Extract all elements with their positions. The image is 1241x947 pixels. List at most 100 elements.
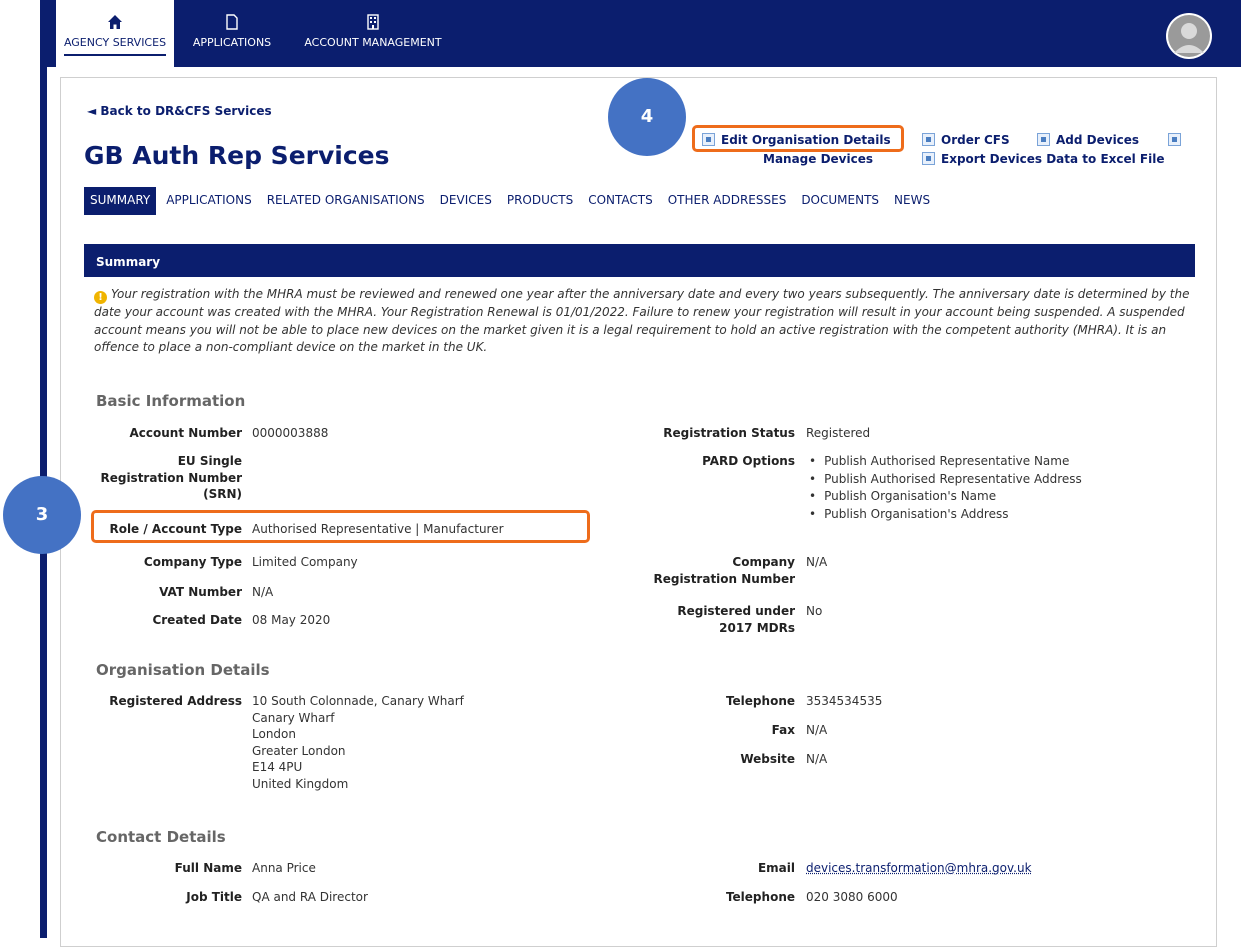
address-line: United Kingdom: [252, 776, 349, 791]
nav-tab-account-management[interactable]: ACCOUNT MANAGEMENT: [287, 0, 459, 67]
notice-text: Your registration with the MHRA must be …: [94, 287, 1190, 354]
label-line: Registration Number: [653, 571, 795, 586]
srn-label-line: Registration Number: [100, 470, 242, 485]
nav-tab-label: AGENCY SERVICES: [63, 36, 167, 49]
list-item: Publish Authorised Representative Name: [809, 453, 1082, 471]
building-icon: [367, 14, 379, 30]
add-icon: [1037, 133, 1050, 146]
active-tab-underline: [64, 54, 166, 56]
company-type-label: Company Type: [143, 555, 242, 569]
telephone-value: 3534534535: [806, 694, 883, 708]
account-number-value: 0000003888: [252, 426, 329, 440]
created-date-value: 08 May 2020: [252, 613, 331, 627]
list-item: Publish Authorised Representative Addres…: [809, 471, 1082, 489]
tab-applications[interactable]: APPLICATIONS: [161, 187, 256, 215]
tab-related-organisations[interactable]: RELATED ORGANISATIONS: [262, 187, 430, 215]
left-edge-strip: [40, 0, 47, 938]
export-devices-link[interactable]: Export Devices Data to Excel File: [922, 152, 1164, 166]
address-line: E14 4PU: [252, 760, 303, 774]
registration-status-value: Registered: [806, 426, 871, 440]
company-registration-number-label: Company Registration Number: [600, 554, 795, 587]
summary-header: Summary: [84, 244, 1195, 277]
created-date-label: Created Date: [152, 613, 242, 627]
section-tabs: SUMMARY APPLICATIONS RELATED ORGANISATIO…: [84, 187, 940, 215]
tab-contacts[interactable]: CONTACTS: [583, 187, 658, 215]
nav-tab-label: APPLICATIONS: [192, 36, 272, 49]
list-icon: [1168, 133, 1181, 146]
organisation-details-heading: Organisation Details: [96, 661, 270, 679]
registered-under-mdrs-value: No: [806, 604, 823, 618]
fax-value: N/A: [806, 723, 828, 737]
website-value: N/A: [806, 752, 828, 766]
contact-details-heading: Contact Details: [96, 828, 226, 846]
role-label: Role / Account Type: [109, 522, 242, 536]
warning-icon: !: [94, 291, 107, 304]
user-avatar[interactable]: [1166, 13, 1212, 59]
nav-tab-label: ACCOUNT MANAGEMENT: [304, 36, 442, 49]
add-devices-link[interactable]: Add Devices: [1037, 133, 1139, 147]
registered-address-value: 10 South Colonnade, Canary Wharf Canary …: [252, 693, 464, 792]
website-label: Website: [740, 752, 795, 766]
job-title-label: Job Title: [186, 890, 242, 904]
account-number-label: Account Number: [129, 426, 243, 440]
label-line: Registered under: [677, 604, 795, 618]
full-name-label: Full Name: [174, 861, 242, 875]
user-icon: [1168, 15, 1210, 57]
address-line: London: [252, 727, 296, 741]
label-line: Company: [732, 555, 795, 569]
tab-devices[interactable]: DEVICES: [435, 187, 497, 215]
vat-number-value: N/A: [252, 585, 274, 599]
page-title: GB Auth Rep Services: [84, 141, 390, 170]
label-line: 2017 MDRs: [719, 620, 795, 635]
manage-devices-link[interactable]: [1168, 133, 1187, 147]
registered-address-label: Registered Address: [109, 694, 242, 708]
order-cfs-link[interactable]: Order CFS: [922, 133, 1010, 147]
document-icon: [226, 14, 238, 30]
renewal-notice: ! Your registration with the MHRA must be…: [94, 286, 1192, 357]
tab-documents[interactable]: DOCUMENTS: [796, 187, 884, 215]
basic-information-heading: Basic Information: [96, 392, 246, 410]
nav-tab-applications[interactable]: APPLICATIONS: [182, 0, 282, 67]
export-label: Export Devices Data to Excel File: [941, 152, 1165, 166]
add-devices-label: Add Devices: [1056, 133, 1140, 147]
email-link[interactable]: devices.transformation@mhra.gov.uk: [806, 860, 1032, 877]
edit-icon: [702, 133, 715, 146]
step-3-callout: 3: [3, 476, 81, 554]
pard-options-list: Publish Authorised Representative Name P…: [809, 453, 1082, 523]
document-icon: [922, 133, 935, 146]
list-item: Publish Organisation's Name: [809, 488, 1082, 506]
srn-label-line: (SRN): [203, 487, 242, 501]
role-value: Authorised Representative | Manufacturer: [252, 522, 504, 536]
tab-products[interactable]: PRODUCTS: [502, 187, 578, 215]
srn-label-line: EU Single: [177, 454, 242, 468]
registration-status-label: Registration Status: [663, 426, 795, 440]
address-line: Greater London: [252, 743, 346, 758]
step-4-callout: 4: [608, 78, 686, 156]
contact-telephone-label: Telephone: [725, 890, 795, 904]
company-type-value: Limited Company: [252, 555, 358, 569]
nav-tab-agency-services[interactable]: AGENCY SERVICES: [56, 0, 174, 67]
pard-options-label: PARD Options: [702, 454, 795, 468]
back-link[interactable]: ◄ Back to DR&CFS Services: [87, 104, 272, 118]
home-icon: [108, 15, 122, 29]
company-registration-number-value: N/A: [806, 555, 828, 569]
tab-other-addresses[interactable]: OTHER ADDRESSES: [663, 187, 792, 215]
address-line: Canary Wharf: [252, 710, 335, 725]
export-icon: [922, 152, 935, 165]
tab-summary[interactable]: SUMMARY: [84, 187, 157, 215]
email-label: Email: [757, 861, 795, 875]
job-title-value: QA and RA Director: [252, 890, 368, 904]
edit-organisation-details-link[interactable]: Edit Organisation Details: [702, 133, 891, 147]
tab-news[interactable]: NEWS: [889, 187, 935, 215]
edit-label: Edit Organisation Details: [721, 133, 891, 147]
registered-under-mdrs-label: Registered under 2017 MDRs: [600, 603, 795, 636]
telephone-label: Telephone: [725, 694, 795, 708]
address-line: 10 South Colonnade, Canary Wharf: [252, 694, 464, 708]
list-item: Publish Organisation's Address: [809, 506, 1082, 524]
contact-telephone-value: 020 3080 6000: [806, 890, 898, 904]
manage-devices-label-link[interactable]: Manage Devices: [763, 152, 873, 166]
full-name-value: Anna Price: [252, 861, 316, 875]
vat-number-label: VAT Number: [159, 585, 242, 599]
srn-label: EU Single Registration Number (SRN): [86, 453, 242, 503]
fax-label: Fax: [771, 723, 795, 737]
